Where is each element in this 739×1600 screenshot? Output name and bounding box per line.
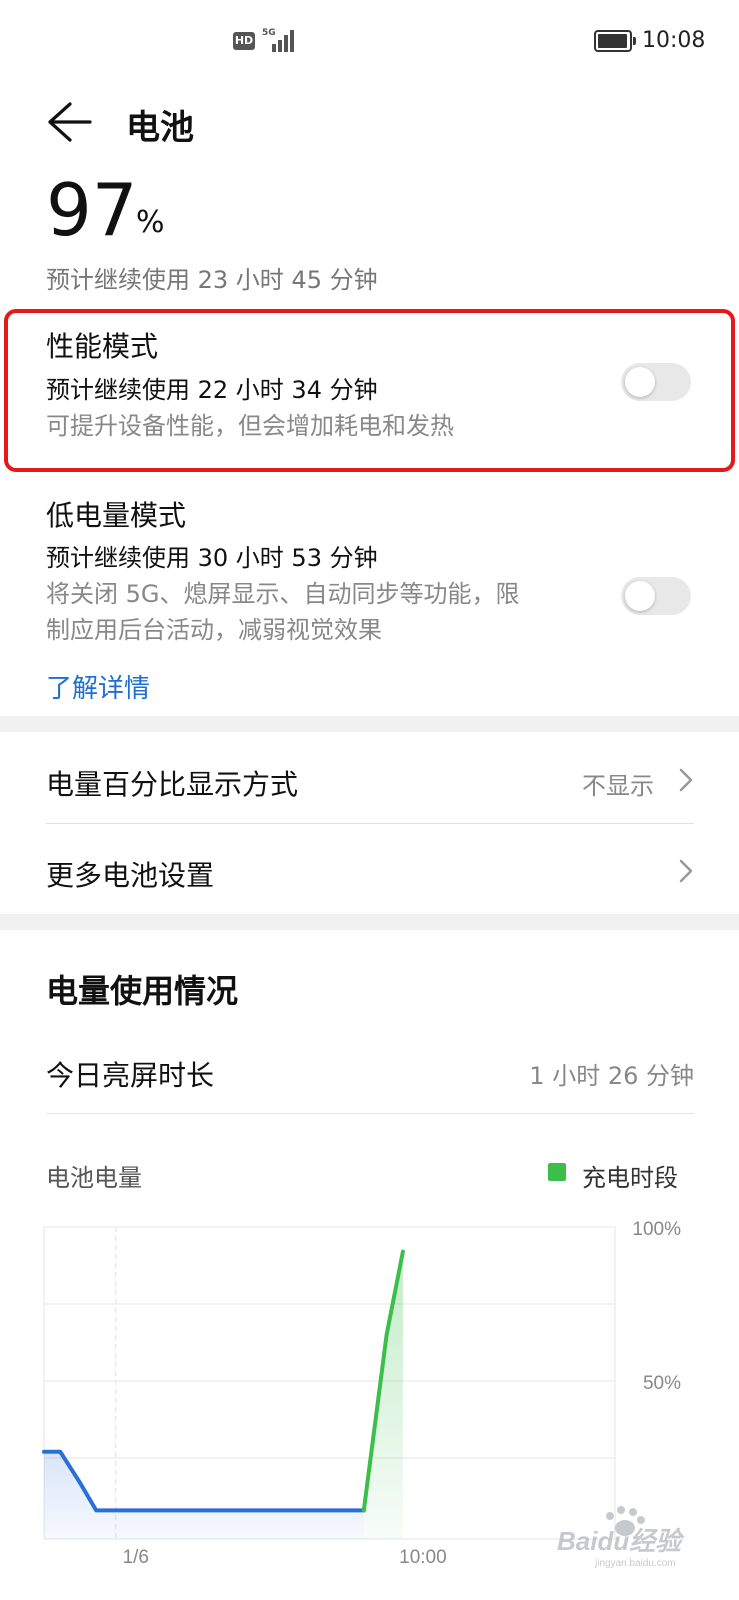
baidu-jingyan-watermark: Baidu经验 jingyan.baidu.com (557, 1506, 685, 1569)
watermark-text: Baidu经验 (557, 1526, 685, 1556)
screen-time-label: 今日亮屏时长 (46, 1059, 215, 1092)
performance-mode-toggle[interactable] (621, 363, 691, 401)
list-divider (46, 1113, 694, 1114)
chart-areas (44, 1251, 403, 1539)
performance-mode-estimate: 预计继续使用 22 小时 34 分钟 (46, 376, 378, 404)
chart-grid (43, 1226, 616, 1540)
back-arrow-icon[interactable] (46, 100, 92, 144)
low-power-mode-toggle[interactable] (621, 577, 691, 615)
more-battery-settings-label: 更多电池设置 (46, 859, 215, 892)
chart-x-tick-label: 1/6 (123, 1547, 149, 1568)
status-time: 10:08 (642, 28, 706, 53)
toggle-knob (625, 367, 655, 397)
chart-area-fill (44, 1451, 364, 1539)
legend-label-charging: 充电时段 (582, 1164, 678, 1192)
performance-mode-title: 性能模式 (46, 330, 159, 363)
chart-x-tick-label: 10:00 (399, 1547, 447, 1568)
status-bar: HD 5G 10:08 (0, 0, 739, 82)
section-separator (0, 914, 739, 930)
chart-area-fill (363, 1251, 403, 1539)
section-separator (0, 716, 739, 732)
page-title: 电池 (126, 108, 194, 148)
toggle-knob (625, 581, 655, 611)
low-power-mode-description: 将关闭 5G、熄屏显示、自动同步等功能，限 制应用后台活动，减弱视觉效果 (46, 580, 520, 644)
learn-more-link[interactable]: 了解详情 (46, 668, 150, 705)
chevron-right-icon (679, 768, 693, 792)
screen-time-value: 1 小时 26 分钟 (529, 1062, 694, 1090)
battery-icon (594, 30, 636, 52)
low-power-mode-estimate: 预计继续使用 30 小时 53 分钟 (46, 544, 378, 572)
chart-title: 电池电量 (46, 1164, 142, 1192)
percentage-display-label: 电量百分比显示方式 (46, 768, 299, 801)
battery-percentage-unit: % (136, 205, 165, 240)
chart-y-tick-label: 100% (632, 1219, 681, 1240)
battery-percentage: 97 (46, 168, 138, 252)
percentage-display-row[interactable]: 电量百分比显示方式 不显示 (46, 733, 694, 823)
chart-line-discharge (42, 1449, 366, 1513)
low-power-mode-title: 低电量模式 (46, 499, 187, 532)
hd-voice-icon: HD (233, 32, 255, 50)
signal-strength-icon: 5G (262, 28, 296, 52)
remaining-time: 预计继续使用 23 小时 45 分钟 (46, 266, 378, 294)
watermark-url: jingyan.baidu.com (594, 1558, 676, 1569)
chevron-right-icon (679, 859, 693, 883)
performance-mode-description: 可提升设备性能，但会增加耗电和发热 (46, 412, 454, 440)
percentage-display-value: 不显示 (582, 772, 654, 800)
network-type-label: 5G (262, 28, 276, 38)
usage-section-title: 电量使用情况 (46, 972, 239, 1010)
legend-swatch-charging (548, 1163, 566, 1181)
chart-y-tick-label: 50% (643, 1373, 681, 1394)
more-battery-settings-row[interactable]: 更多电池设置 (46, 824, 694, 914)
